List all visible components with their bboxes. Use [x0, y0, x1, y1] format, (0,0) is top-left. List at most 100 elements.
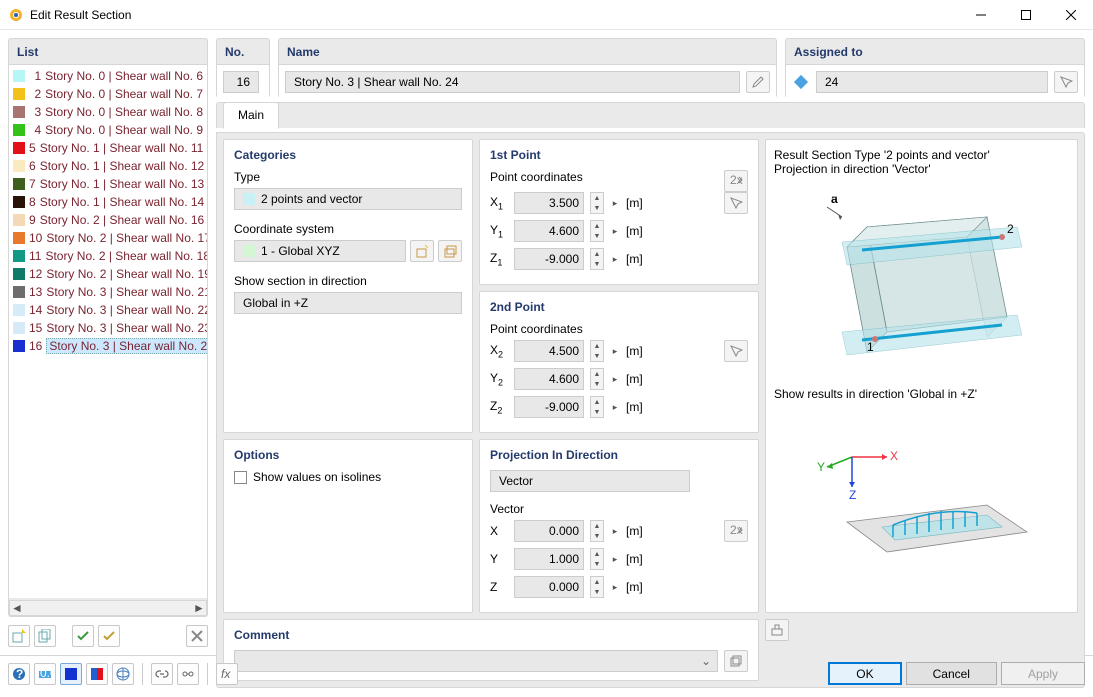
number-field[interactable]: 16: [223, 71, 259, 93]
scroll-right-icon[interactable]: ►: [192, 601, 206, 615]
ok-button[interactable]: OK: [828, 662, 901, 685]
display-button[interactable]: [86, 663, 108, 685]
pick-point1-button[interactable]: [724, 192, 748, 214]
z2-label: Z2: [490, 399, 508, 415]
assigned-field[interactable]: 24: [816, 71, 1048, 93]
point1-param-button[interactable]: 2x: [724, 170, 748, 192]
tab-main[interactable]: Main: [223, 102, 279, 129]
delete-button[interactable]: [186, 625, 208, 647]
y2-input[interactable]: [514, 368, 584, 390]
list-item[interactable]: 7Story No. 1 | Shear wall No. 13: [13, 175, 203, 193]
list-item-label: Story No. 2 | Shear wall No. 19: [46, 267, 207, 281]
edit-name-button[interactable]: [746, 71, 770, 93]
new-item-button[interactable]: [8, 625, 30, 647]
list-body[interactable]: 1Story No. 0 | Shear wall No. 62Story No…: [9, 64, 207, 598]
y1-spinner[interactable]: ▲▼: [590, 220, 604, 242]
vec-z-spinner[interactable]: ▲▼: [590, 576, 604, 598]
vector-param-button[interactable]: 2x: [724, 520, 748, 542]
z1-spinner[interactable]: ▲▼: [590, 248, 604, 270]
list-item[interactable]: 14Story No. 3 | Shear wall No. 22: [13, 301, 203, 319]
first-point-title: 1st Point: [490, 148, 748, 162]
comment-combo[interactable]: ⌄: [234, 650, 718, 672]
list-item-index: 9: [29, 213, 36, 227]
color-swatch: [13, 70, 25, 82]
scroll-left-icon[interactable]: ◄: [10, 601, 24, 615]
z1-label: Z1: [490, 251, 508, 267]
isolines-checkbox[interactable]: [234, 471, 247, 484]
globe-button[interactable]: [112, 663, 134, 685]
link-button[interactable]: [151, 663, 173, 685]
x1-label: X1: [490, 195, 508, 211]
z2-spinner[interactable]: ▲▼: [590, 396, 604, 418]
x2-input[interactable]: [514, 340, 584, 362]
x1-input[interactable]: [514, 192, 584, 214]
svg-text:2x: 2x: [730, 174, 743, 187]
pick-point2-button[interactable]: [724, 340, 748, 362]
list-item-index: 14: [29, 303, 42, 317]
list-item[interactable]: 2Story No. 0 | Shear wall No. 7: [13, 85, 203, 103]
list-item-index: 2: [29, 87, 41, 101]
assigned-panel: Assigned to 24: [785, 38, 1085, 98]
list-item[interactable]: 9 Story No. 2 | Shear wall No. 16: [13, 211, 203, 229]
copy-button[interactable]: [34, 625, 56, 647]
vec-x-input[interactable]: [514, 520, 584, 542]
select-all-button[interactable]: [72, 625, 94, 647]
second-point-title: 2nd Point: [490, 300, 748, 314]
projection-combo[interactable]: Vector: [490, 470, 690, 492]
list-item[interactable]: 10Story No. 2 | Shear wall No. 17: [13, 229, 203, 247]
x2-spinner[interactable]: ▲▼: [590, 340, 604, 362]
preview-settings-button[interactable]: [765, 619, 789, 641]
list-item[interactable]: 6Story No. 1 | Shear wall No. 12: [13, 157, 203, 175]
x1-spinner[interactable]: ▲▼: [590, 192, 604, 214]
apply-button[interactable]: Apply: [1001, 662, 1085, 685]
list-item[interactable]: 16Story No. 3 | Shear wall No. 24: [13, 337, 203, 355]
z1-input[interactable]: [514, 248, 584, 270]
units-button[interactable]: 0.00: [34, 663, 56, 685]
isolines-label: Show values on isolines: [253, 470, 381, 484]
comment-title: Comment: [234, 628, 748, 642]
vec-y-input[interactable]: [514, 548, 584, 570]
list-item[interactable]: 4Story No. 0 | Shear wall No. 9: [13, 121, 203, 139]
list-item[interactable]: 13Story No. 3 | Shear wall No. 21: [13, 283, 203, 301]
script-button[interactable]: [177, 663, 199, 685]
list-item[interactable]: 12Story No. 2 | Shear wall No. 19: [13, 265, 203, 283]
pick-assigned-button[interactable]: [1054, 71, 1078, 93]
name-field[interactable]: Story No. 3 | Shear wall No. 24: [285, 71, 740, 93]
tab-strip: Main: [216, 102, 1085, 128]
show-direction-combo[interactable]: Global in +Z: [234, 292, 462, 314]
z2-input[interactable]: [514, 396, 584, 418]
maximize-button[interactable]: [1003, 0, 1048, 30]
list-item[interactable]: 15Story No. 3 | Shear wall No. 23: [13, 319, 203, 337]
y1-unit: [m]: [626, 224, 643, 238]
function-button[interactable]: fx: [216, 663, 238, 685]
new-coord-button[interactable]: [410, 240, 434, 262]
list-item-label: Story No. 2 | Shear wall No. 17: [46, 231, 207, 245]
vec-x-spinner[interactable]: ▲▼: [590, 520, 604, 542]
comment-library-button[interactable]: [724, 650, 748, 672]
help-button[interactable]: ?: [8, 663, 30, 685]
list-item[interactable]: 3Story No. 0 | Shear wall No. 8: [13, 103, 203, 121]
vec-y-spinner[interactable]: ▲▼: [590, 548, 604, 570]
coord-system-combo[interactable]: 1 - Global XYZ: [234, 240, 406, 262]
close-button[interactable]: [1048, 0, 1093, 30]
list-item[interactable]: 8Story No. 1 | Shear wall No. 14: [13, 193, 203, 211]
horizontal-scrollbar[interactable]: ◄ ►: [9, 600, 207, 616]
list-item[interactable]: 1Story No. 0 | Shear wall No. 6: [13, 67, 203, 85]
color-button[interactable]: [60, 663, 82, 685]
list-item-label: Story No. 2 | Shear wall No. 16: [40, 213, 205, 227]
coord-library-button[interactable]: [438, 240, 462, 262]
deselect-button[interactable]: [98, 625, 120, 647]
show-direction-label: Show section in direction: [234, 274, 462, 288]
list-item[interactable]: 5Story No. 1 | Shear wall No. 11: [13, 139, 203, 157]
type-combo[interactable]: 2 points and vector: [234, 188, 462, 210]
options-title: Options: [234, 448, 462, 462]
y1-input[interactable]: [514, 220, 584, 242]
minimize-button[interactable]: [958, 0, 1003, 30]
cancel-button[interactable]: Cancel: [906, 662, 997, 685]
number-panel: No. 16: [216, 38, 270, 98]
list-item-label: Story No. 1 | Shear wall No. 14: [40, 195, 205, 209]
vec-z-input[interactable]: [514, 576, 584, 598]
list-item[interactable]: 11Story No. 2 | Shear wall No. 18: [13, 247, 203, 265]
y2-spinner[interactable]: ▲▼: [590, 368, 604, 390]
color-swatch: [13, 196, 25, 208]
